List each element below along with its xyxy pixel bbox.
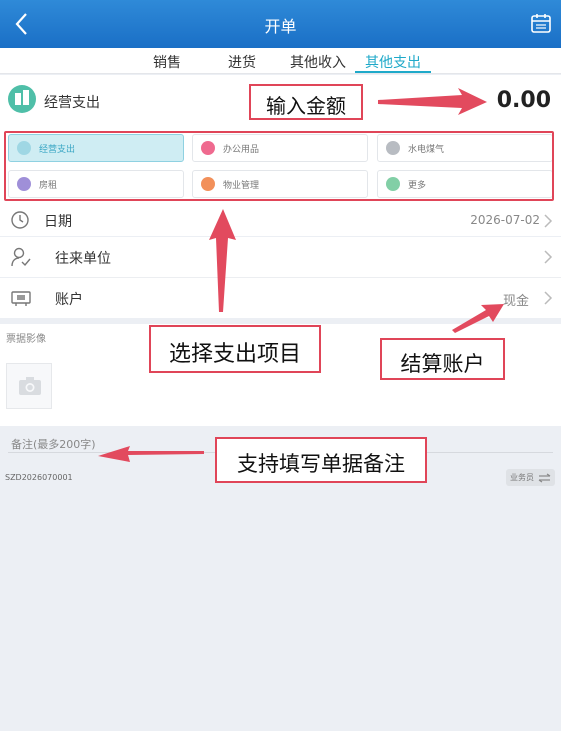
arrow-to-amount xyxy=(378,88,487,115)
arrow-to-note xyxy=(98,446,204,462)
arrow-to-account xyxy=(452,304,504,333)
arrow-to-categories xyxy=(209,209,236,312)
annotation-arrows xyxy=(98,88,504,462)
